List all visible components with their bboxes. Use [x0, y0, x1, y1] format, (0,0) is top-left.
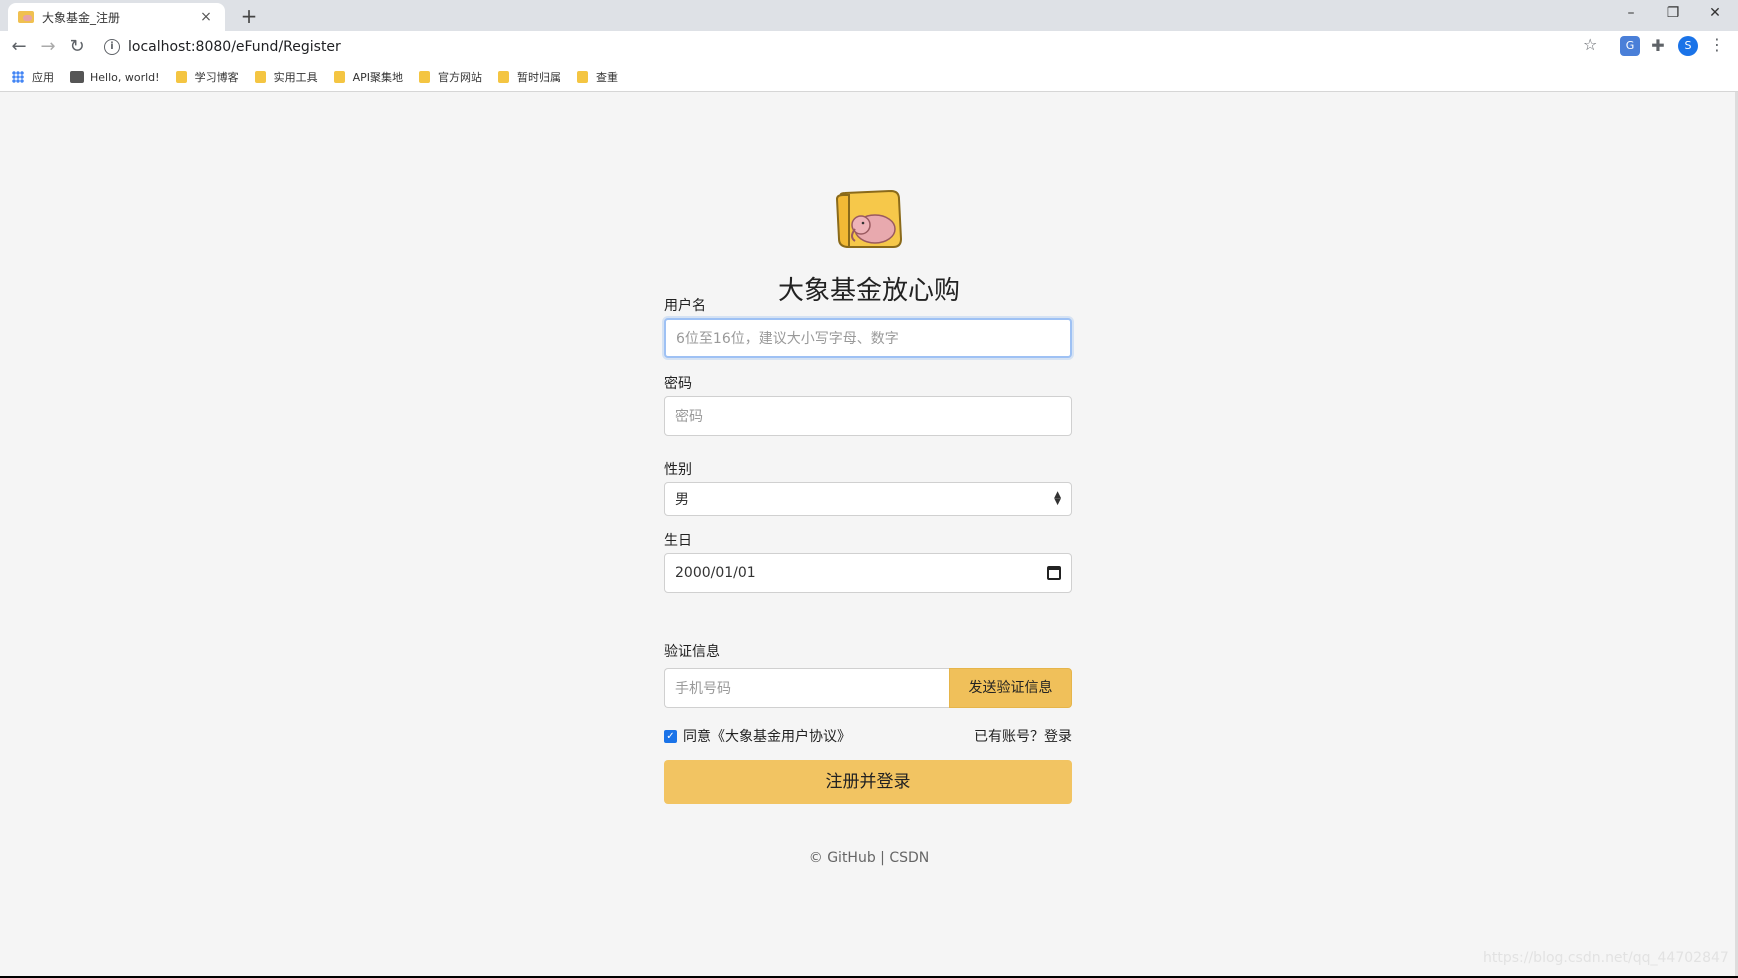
elephant-logo-icon	[835, 189, 903, 249]
verification-label: 验证信息	[664, 644, 720, 660]
folder-icon	[497, 71, 509, 83]
bookmark-label: API聚集地	[352, 71, 403, 84]
browser-chrome: 大象基金_注册 × + – ❐ ✕ ← → ↻ i localhost:8080…	[0, 0, 1738, 92]
restore-button[interactable]: ❐	[1652, 0, 1694, 28]
forward-button[interactable]: →	[35, 35, 61, 59]
page-title: 大象基金放心购	[777, 276, 960, 306]
tab-strip: 大象基金_注册 × + – ❐ ✕	[0, 0, 1738, 31]
register-and-login-button[interactable]: 注册并登录	[664, 760, 1072, 804]
bookmark-folder-official[interactable]: 官方网站	[418, 69, 482, 85]
bookmark-label: 查重	[595, 71, 618, 84]
password-label: 密码	[664, 376, 692, 392]
password-placeholder: 密码	[675, 409, 703, 425]
login-link[interactable]: 已有账号？登录	[974, 726, 1072, 746]
active-tab[interactable]: 大象基金_注册 ×	[8, 3, 225, 31]
bookmarks-bar: 应用 Hello, world! 学习博客 实用工具 API聚集地 官方网站 暂…	[0, 63, 1738, 92]
apps-icon	[12, 71, 24, 83]
back-button[interactable]: ←	[6, 35, 32, 59]
phone-number-input[interactable]: 手机号码	[664, 668, 949, 708]
bookmark-folder-study-blog[interactable]: 学习博客	[175, 69, 239, 85]
bookmark-star-icon[interactable]: ☆	[1583, 35, 1597, 54]
tab-title: 大象基金_注册	[42, 10, 121, 25]
birthday-date-input[interactable]: 2000/01/01	[664, 553, 1072, 593]
folder-icon	[576, 71, 588, 83]
tab-close-icon[interactable]: ×	[197, 9, 215, 25]
username-input[interactable]: 6位至16位，建议大小写字母、数字	[664, 318, 1072, 358]
page-viewport: 大象基金放心购 用户名 6位至16位，建议大小写字母、数字 密码 密码 性别 男…	[0, 92, 1738, 976]
reload-button[interactable]: ↻	[64, 35, 90, 59]
agreement-checkbox[interactable]: ✓	[664, 729, 677, 743]
birthday-label: 生日	[664, 533, 692, 549]
agreement-row: ✓ 同意《大象基金用户协议》	[664, 726, 851, 746]
bookmark-folder-temporary[interactable]: 暂时归属	[497, 69, 561, 85]
close-window-button[interactable]: ✕	[1694, 0, 1736, 28]
username-placeholder: 6位至16位，建议大小写字母、数字	[676, 331, 899, 347]
folder-icon	[333, 71, 345, 83]
bookmark-label: 实用工具	[273, 71, 318, 84]
username-label: 用户名	[664, 298, 706, 314]
agreement-label[interactable]: 同意《大象基金用户协议》	[683, 726, 851, 746]
minimize-button[interactable]: –	[1610, 0, 1652, 28]
site-info-icon[interactable]: i	[104, 39, 120, 55]
watermark-text: https://blog.csdn.net/qq_44702847	[1483, 950, 1729, 966]
gender-label: 性别	[664, 462, 692, 478]
folder-icon	[175, 71, 187, 83]
bookmark-apps[interactable]: 应用	[12, 69, 54, 85]
bookmark-label: 应用	[32, 71, 54, 84]
gender-selected-value: 男	[675, 492, 689, 508]
url-text[interactable]: localhost:8080/eFund/Register	[128, 39, 341, 55]
address-bar[interactable]: i localhost:8080/eFund/Register	[98, 33, 1620, 61]
select-arrows-icon: ▲ ▼	[1054, 490, 1061, 507]
translate-extension-icon[interactable]: G	[1620, 36, 1640, 56]
extensions-puzzle-icon[interactable]: ✚	[1648, 36, 1668, 56]
bookmark-label: 学习博客	[194, 71, 239, 84]
bookmark-hello-world[interactable]: Hello, world!	[70, 71, 160, 84]
send-verification-button[interactable]: 发送验证信息	[949, 668, 1072, 708]
new-tab-button[interactable]: +	[235, 3, 263, 31]
browser-toolbar: ← → ↻ i localhost:8080/eFund/Register	[0, 31, 1738, 63]
elephant-favicon-icon	[18, 11, 34, 23]
birthday-value: 2000/01/01	[675, 565, 756, 581]
folder-icon	[254, 71, 266, 83]
password-input[interactable]: 密码	[664, 396, 1072, 436]
phone-placeholder: 手机号码	[675, 681, 731, 697]
calendar-icon[interactable]	[1047, 566, 1061, 580]
browser-menu-icon[interactable]: ⋮	[1709, 35, 1725, 54]
bookmark-label: 官方网站	[437, 71, 482, 84]
footer-links[interactable]: © GitHub | CSDN	[700, 850, 1038, 866]
site-icon	[70, 71, 84, 83]
gender-select[interactable]: 男 ▲ ▼	[664, 482, 1072, 516]
bookmark-label: 暂时归属	[516, 71, 561, 84]
bookmark-folder-plagiarism[interactable]: 查重	[576, 69, 618, 85]
bookmark-folder-tools[interactable]: 实用工具	[254, 69, 318, 85]
bookmark-label: Hello, world!	[90, 70, 160, 84]
folder-icon	[418, 71, 430, 83]
profile-avatar[interactable]: S	[1678, 36, 1698, 56]
bookmark-folder-api[interactable]: API聚集地	[333, 69, 403, 85]
